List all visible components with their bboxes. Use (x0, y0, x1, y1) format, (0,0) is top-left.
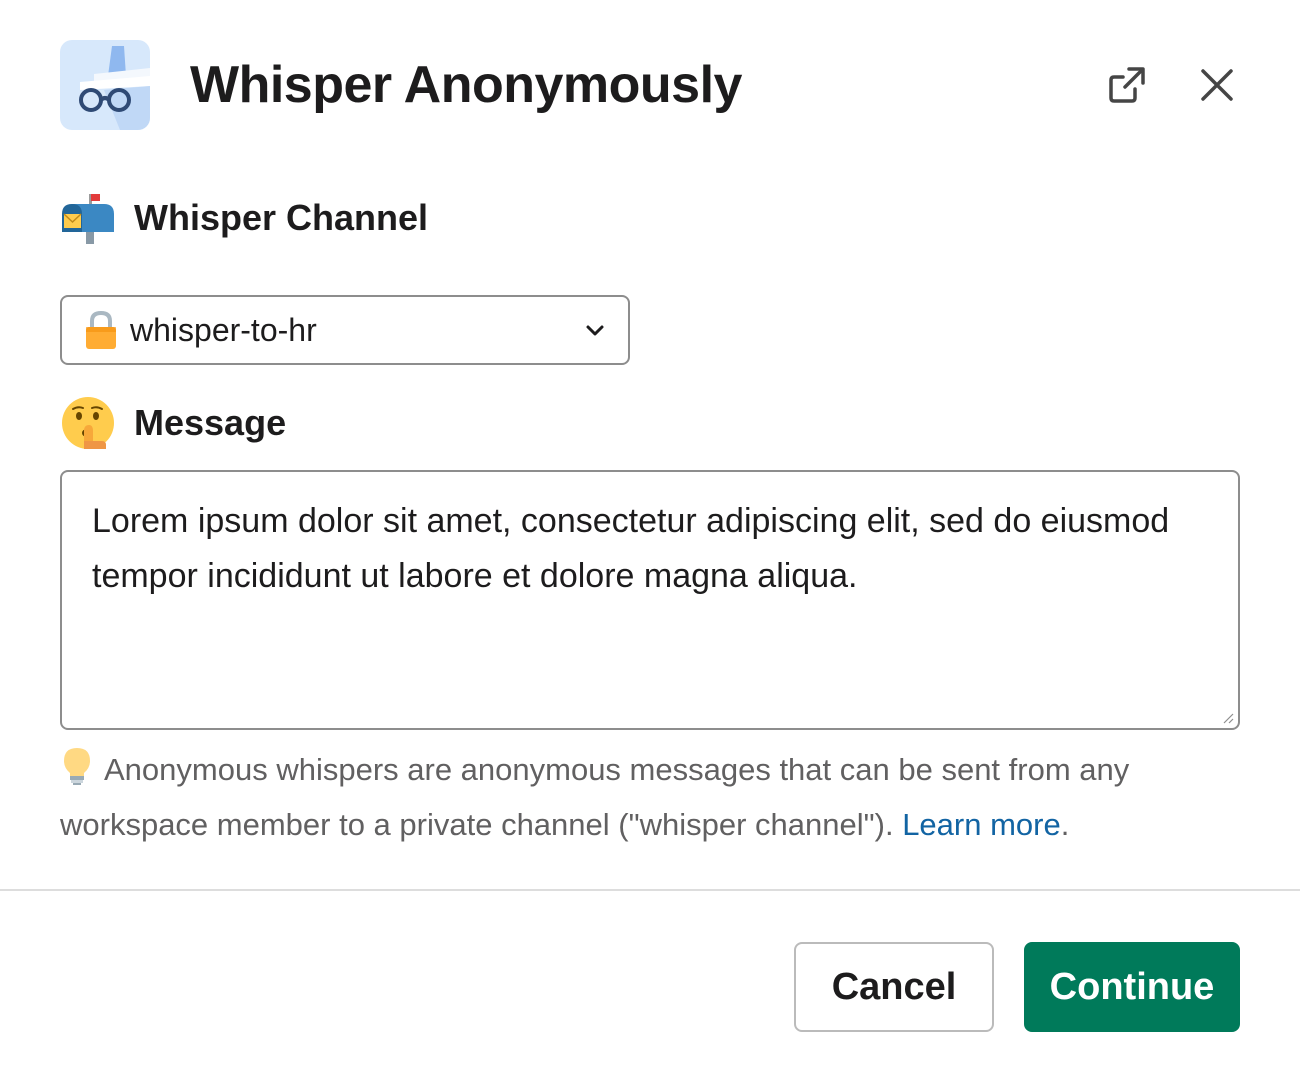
close-button[interactable] (1194, 62, 1240, 108)
channel-select-value: whisper-to-hr (130, 311, 317, 348)
footer-divider (0, 889, 1300, 891)
shushing-face-icon (60, 395, 116, 451)
whisper-channel-label: Whisper Channel (60, 190, 428, 246)
open-in-new-window-button[interactable] (1104, 62, 1150, 108)
modal-footer: Cancel Continue (794, 942, 1240, 1032)
message-textarea-value: Lorem ipsum dolor sit amet, consectetur … (92, 502, 1170, 595)
continue-button[interactable]: Continue (1024, 942, 1240, 1032)
cancel-button[interactable]: Cancel (794, 942, 994, 1032)
message-label-text: Message (134, 402, 287, 443)
modal-title: Whisper Anonymously (190, 56, 742, 114)
header-actions (1104, 62, 1240, 108)
external-link-icon (1109, 67, 1145, 103)
hint-trailing: . (1060, 807, 1070, 842)
whisper-modal: Whisper Anonymously Whisper Channel whis… (0, 0, 1300, 1082)
modal-header: Whisper Anonymously (60, 40, 1240, 130)
mailbox-icon (60, 190, 116, 246)
learn-more-link[interactable]: Learn more (902, 807, 1061, 842)
hint-text: Anonymous whispers are anonymous message… (60, 742, 1240, 852)
message-label: Message (60, 395, 286, 451)
chevron-down-icon (586, 325, 604, 336)
lock-icon (86, 310, 116, 349)
lightbulb-icon (64, 748, 90, 785)
channel-select[interactable]: whisper-to-hr (60, 295, 630, 365)
whisper-channel-label-text: Whisper Channel (134, 197, 429, 238)
resize-handle-icon[interactable] (1222, 712, 1234, 724)
close-icon (1201, 69, 1233, 101)
incognito-glasses-icon (60, 40, 150, 130)
message-textarea[interactable]: Lorem ipsum dolor sit amet, consectetur … (60, 470, 1240, 730)
